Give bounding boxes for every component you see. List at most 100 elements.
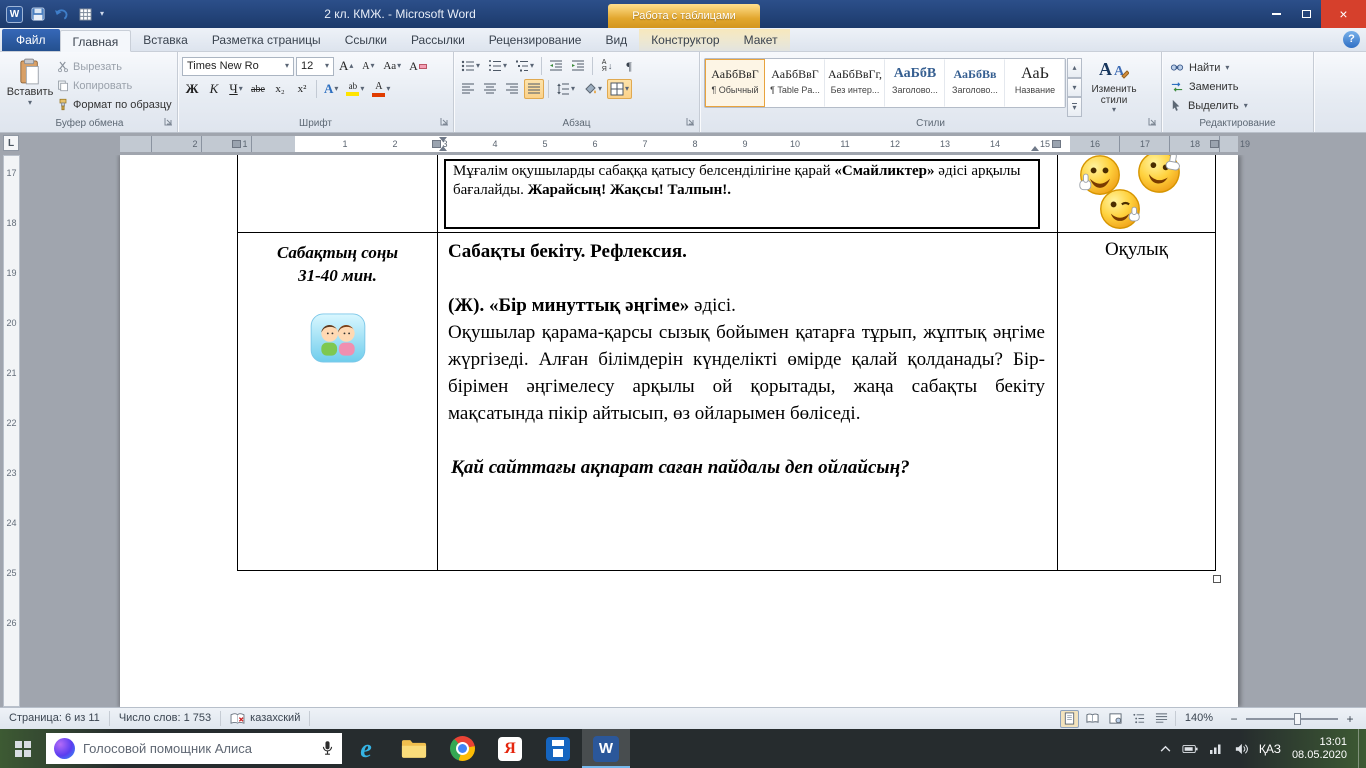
tab-insert[interactable]: Вставка (131, 29, 200, 51)
align-left-button[interactable] (458, 79, 478, 99)
customize-quick-access-icon[interactable]: ▾ (100, 10, 104, 18)
italic-button[interactable]: К (204, 79, 224, 99)
replace-button[interactable]: Заменить (1166, 78, 1252, 95)
tab-file[interactable]: Файл (2, 29, 60, 51)
tab-review[interactable]: Рецензирование (477, 29, 594, 51)
print-layout-view-button[interactable] (1060, 710, 1079, 728)
strikethrough-button[interactable]: abe (248, 79, 268, 99)
horizontal-ruler[interactable]: 2112345678910111213141516171819 (120, 136, 1238, 152)
cut-button[interactable]: Вырезать (54, 57, 175, 76)
table-column-marker[interactable] (1052, 140, 1061, 148)
table-cell-assessment[interactable]: Мұғалім оқушыларды сабаққа қатысу белсен… (438, 155, 1058, 232)
right-indent-marker[interactable] (1031, 146, 1039, 151)
tab-view[interactable]: Вид (593, 29, 639, 51)
first-line-indent-marker[interactable] (439, 137, 447, 142)
tab-mailings[interactable]: Рассылки (399, 29, 477, 51)
text-effects-button[interactable]: А▾ (321, 79, 341, 99)
taskbar-app-file-explorer[interactable] (390, 729, 438, 768)
tab-references[interactable]: Ссылки (333, 29, 399, 51)
hidden-icons-button[interactable] (1160, 745, 1171, 752)
table-cell-smileys[interactable] (1058, 155, 1215, 232)
find-button[interactable]: Найти ▾ (1166, 59, 1252, 76)
change-case-button[interactable]: Аа▾ (380, 56, 404, 76)
taskbar-app-blue[interactable] (534, 729, 582, 768)
shrink-font-button[interactable]: А▾ (358, 56, 378, 76)
language-indicator[interactable]: казахский (221, 711, 310, 726)
reflection-question[interactable]: Қай сайттағы ақпарат саған пайдалы деп о… (448, 454, 1045, 481)
table-cell-stage-prev[interactable] (238, 155, 438, 232)
font-dialog-launcher[interactable] (440, 117, 449, 130)
tab-selector[interactable]: L (3, 135, 19, 151)
styles-scroll-up-button[interactable]: ▴ (1067, 58, 1082, 78)
line-spacing-button[interactable]: ▾ (553, 79, 578, 99)
sort-button[interactable]: АЯ↓ (597, 56, 617, 76)
style-normal[interactable]: АаБбВвГ¶ Обычный (705, 59, 765, 107)
table-cell-main[interactable]: Сабақты бекіту. Рефлексия. (Ж). «Бір мин… (438, 233, 1058, 570)
table-resize-handle[interactable] (1213, 575, 1221, 583)
taskbar-clock[interactable]: 13:01 08.05.2020 (1292, 736, 1347, 762)
maximize-button[interactable] (1291, 0, 1321, 28)
save-icon[interactable] (28, 5, 47, 23)
start-button[interactable] (0, 729, 46, 768)
document-page[interactable]: Мұғалім оқушыларды сабаққа қатысу белсен… (120, 155, 1238, 707)
style-title[interactable]: АаЬНазвание (1005, 59, 1065, 107)
table-grid-icon[interactable] (76, 5, 95, 23)
undo-icon[interactable] (52, 5, 71, 23)
lesson-body-paragraph[interactable]: Оқушылар қарама-қарсы сызық бойымен қата… (448, 319, 1045, 427)
volume-icon[interactable] (1234, 743, 1248, 755)
zoom-slider[interactable] (1246, 718, 1338, 720)
style-no-spacing[interactable]: АаБбВвГг,Без интер... (825, 59, 885, 107)
bold-button[interactable]: Ж (182, 79, 202, 99)
clear-formatting-button[interactable]: А (406, 56, 430, 76)
hanging-indent-marker[interactable] (439, 146, 447, 151)
clipboard-dialog-launcher[interactable] (164, 117, 173, 130)
styles-scroll-down-button[interactable]: ▾ (1067, 78, 1082, 98)
network-icon[interactable] (1209, 743, 1223, 754)
justify-button[interactable] (524, 79, 544, 99)
zoom-slider-thumb[interactable] (1294, 713, 1301, 725)
styles-more-button[interactable]: ▾ (1067, 97, 1082, 117)
fullscreen-reading-view-button[interactable] (1083, 710, 1102, 728)
lesson-heading[interactable]: Сабақты бекіту. Рефлексия. (448, 238, 1045, 265)
styles-dialog-launcher[interactable] (1148, 117, 1157, 130)
page-indicator[interactable]: Страница: 6 из 11 (0, 711, 110, 726)
numbering-button[interactable]: ▾ (485, 56, 510, 76)
assessment-text-box[interactable]: Мұғалім оқушыларды сабаққа қатысу белсен… (444, 159, 1040, 229)
underline-button[interactable]: Ч▾ (226, 79, 246, 99)
word-app-icon[interactable]: W (6, 6, 23, 23)
superscript-button[interactable]: х² (292, 79, 312, 99)
close-button[interactable]: × (1321, 0, 1366, 28)
subscript-button[interactable]: х₂ (270, 79, 290, 99)
align-center-button[interactable] (480, 79, 500, 99)
format-painter-button[interactable]: Формат по образцу (54, 95, 175, 114)
decrease-indent-button[interactable] (546, 56, 566, 76)
web-layout-view-button[interactable] (1106, 710, 1125, 728)
tab-home[interactable]: Главная (60, 30, 132, 52)
outline-view-button[interactable] (1129, 710, 1148, 728)
multilevel-list-button[interactable]: ▾ (512, 56, 537, 76)
taskbar-app-internet-explorer[interactable]: e (342, 729, 390, 768)
bullets-button[interactable]: ▾ (458, 56, 483, 76)
taskbar-app-word[interactable]: W (582, 729, 630, 768)
borders-button[interactable]: ▾ (607, 79, 632, 99)
zoom-out-button[interactable]: − (1226, 712, 1242, 726)
style-table-paragraph[interactable]: АаБбВвГ¶ Table Pa... (765, 59, 825, 107)
word-count[interactable]: Число слов: 1 753 (110, 711, 221, 726)
align-right-button[interactable] (502, 79, 522, 99)
grow-font-button[interactable]: А▴ (336, 56, 356, 76)
font-size-combo[interactable]: 12 ▾ (296, 57, 334, 76)
paste-button[interactable]: Вставить ▾ (6, 55, 54, 117)
show-marks-button[interactable]: ¶ (619, 56, 639, 76)
tab-table-design[interactable]: Конструктор (639, 29, 731, 51)
input-language-indicator[interactable]: ҚАЗ (1259, 742, 1281, 756)
highlight-button[interactable]: ab▾ (343, 79, 367, 99)
draft-view-button[interactable] (1152, 710, 1171, 728)
select-button[interactable]: Выделить ▾ (1166, 97, 1252, 114)
lesson-plan-table[interactable]: Мұғалім оқушыларды сабаққа қатысу белсен… (237, 155, 1216, 571)
table-cell-resources[interactable]: Оқулық (1058, 233, 1215, 570)
font-color-button[interactable]: А▾ (369, 79, 393, 99)
resource-label[interactable]: Оқулық (1058, 233, 1215, 261)
copy-button[interactable]: Копировать (54, 76, 175, 95)
stage-minutes[interactable]: 31-40 мин. (238, 264, 437, 287)
paragraph-dialog-launcher[interactable] (686, 117, 695, 130)
